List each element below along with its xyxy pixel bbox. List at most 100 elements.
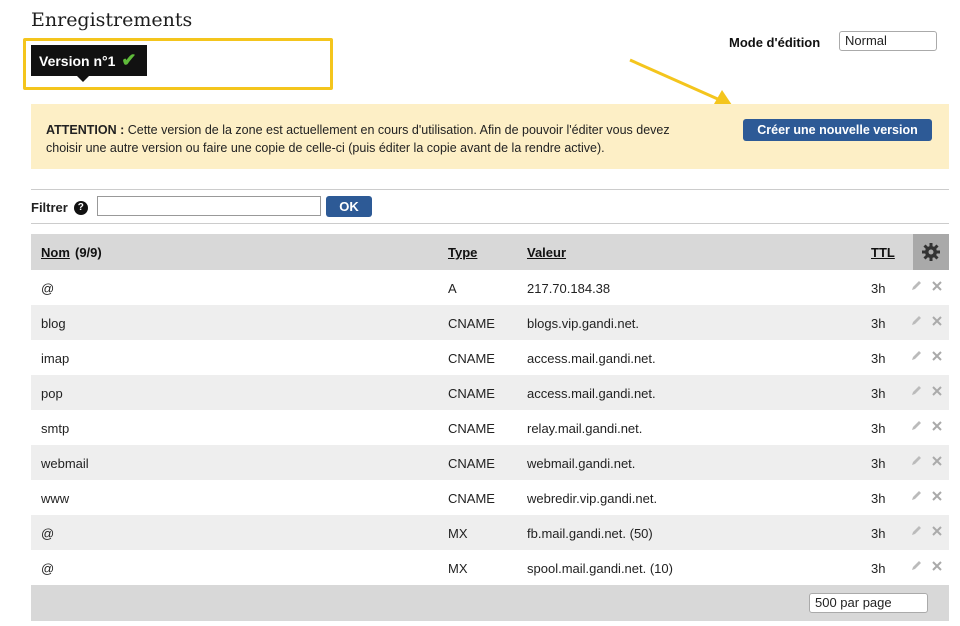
help-icon[interactable]: ? xyxy=(73,200,88,215)
gear-icon xyxy=(922,243,940,261)
row-actions xyxy=(910,454,943,467)
cell-type: CNAME xyxy=(448,491,495,506)
pencil-icon[interactable] xyxy=(910,489,923,502)
row-actions xyxy=(910,419,943,432)
divider xyxy=(31,223,949,224)
table-row: webmail CNAME webmail.gandi.net. 3h xyxy=(31,445,949,480)
close-icon[interactable] xyxy=(931,490,943,502)
cell-name: @ xyxy=(41,281,55,296)
cell-name: @ xyxy=(41,526,55,541)
cell-name: imap xyxy=(41,351,70,366)
cell-ttl: 3h xyxy=(871,386,886,401)
row-actions xyxy=(910,349,943,362)
cell-value: webmail.gandi.net. xyxy=(527,456,636,471)
cell-name: pop xyxy=(41,386,63,401)
cell-name: webmail xyxy=(41,456,89,471)
close-icon[interactable] xyxy=(931,280,943,292)
table-row: @ MX spool.mail.gandi.net. (10) 3h xyxy=(31,550,949,585)
cell-type: MX xyxy=(448,561,468,576)
pencil-icon[interactable] xyxy=(910,454,923,467)
table-row: smtp CNAME relay.mail.gandi.net. 3h xyxy=(31,410,949,445)
table-row: blog CNAME blogs.vip.gandi.net. 3h xyxy=(31,305,949,340)
warning-line2: choisir une autre version ou faire une c… xyxy=(46,141,605,155)
filter-input[interactable] xyxy=(97,196,321,216)
close-icon[interactable] xyxy=(931,350,943,362)
table-row: pop CNAME access.mail.gandi.net. 3h xyxy=(31,375,949,410)
pencil-icon[interactable] xyxy=(910,349,923,362)
table-row: @ A 217.70.184.38 3h xyxy=(31,270,949,305)
cell-value: webredir.vip.gandi.net. xyxy=(527,491,658,506)
cell-value: spool.mail.gandi.net. (10) xyxy=(527,561,673,576)
cell-value: 217.70.184.38 xyxy=(527,281,611,296)
cell-value: access.mail.gandi.net. xyxy=(527,386,656,401)
row-actions xyxy=(910,384,943,397)
per-page-select[interactable]: 500 par page xyxy=(809,593,928,613)
table-row: imap CNAME access.mail.gandi.net. 3h xyxy=(31,340,949,375)
cell-name: @ xyxy=(41,561,55,576)
cell-ttl: 3h xyxy=(871,526,886,541)
version-badge[interactable]: Version n°1 ✔ xyxy=(31,45,147,82)
warning-banner: ATTENTION : Cette version de la zone est… xyxy=(31,104,949,169)
pencil-icon[interactable] xyxy=(910,384,923,397)
close-icon[interactable] xyxy=(931,385,943,397)
pencil-icon[interactable] xyxy=(910,559,923,572)
header-type[interactable]: Type xyxy=(448,245,477,260)
header-name-count: (9/9) xyxy=(75,245,102,260)
cell-type: MX xyxy=(448,526,468,541)
check-icon: ✔ xyxy=(121,50,137,70)
pencil-icon[interactable] xyxy=(910,419,923,432)
settings-button[interactable] xyxy=(913,234,949,270)
row-actions xyxy=(910,279,943,292)
cell-type: CNAME xyxy=(448,456,495,471)
row-actions xyxy=(910,559,943,572)
cell-value: access.mail.gandi.net. xyxy=(527,351,656,366)
page-title: Enregistrements xyxy=(31,9,193,31)
cell-ttl: 3h xyxy=(871,456,886,471)
create-version-button[interactable]: Créer une nouvelle version xyxy=(743,119,932,141)
cell-name: blog xyxy=(41,316,66,331)
cell-ttl: 3h xyxy=(871,561,886,576)
divider xyxy=(31,189,949,190)
header-value[interactable]: Valeur xyxy=(527,245,566,260)
warning-text: ATTENTION : Cette version de la zone est… xyxy=(46,121,726,157)
table-row: @ MX fb.mail.gandi.net. (50) 3h xyxy=(31,515,949,550)
pencil-icon[interactable] xyxy=(910,314,923,327)
table-row: www CNAME webredir.vip.gandi.net. 3h xyxy=(31,480,949,515)
close-icon[interactable] xyxy=(931,560,943,572)
cell-value: relay.mail.gandi.net. xyxy=(527,421,643,436)
header-name[interactable]: Nom xyxy=(41,245,70,260)
close-icon[interactable] xyxy=(931,455,943,467)
warning-line1: Cette version de la zone est actuellemen… xyxy=(127,123,670,137)
pencil-icon[interactable] xyxy=(910,279,923,292)
records-table: Nom (9/9) Type Valeur TTL @ A 217.70.184.3… xyxy=(31,234,949,621)
close-icon[interactable] xyxy=(931,525,943,537)
ok-button[interactable]: OK xyxy=(326,196,372,217)
cell-ttl: 3h xyxy=(871,281,886,296)
table-header: Nom (9/9) Type Valeur TTL xyxy=(31,234,949,270)
row-actions xyxy=(910,314,943,327)
cell-type: CNAME xyxy=(448,351,495,366)
pencil-icon[interactable] xyxy=(910,524,923,537)
table-footer: 500 par page xyxy=(31,585,949,621)
cell-type: CNAME xyxy=(448,316,495,331)
filter-label: Filtrer ? xyxy=(31,200,88,215)
filter-label-text: Filtrer xyxy=(31,200,68,215)
cell-ttl: 3h xyxy=(871,491,886,506)
warning-label: ATTENTION : xyxy=(46,123,125,137)
row-actions xyxy=(910,489,943,502)
header-ttl[interactable]: TTL xyxy=(871,245,895,260)
close-icon[interactable] xyxy=(931,420,943,432)
cell-value: blogs.vip.gandi.net. xyxy=(527,316,640,331)
cell-type: CNAME xyxy=(448,386,495,401)
annotation-arrow-icon xyxy=(629,58,732,105)
cell-name: smtp xyxy=(41,421,70,436)
cell-value: fb.mail.gandi.net. (50) xyxy=(527,526,653,541)
table-body: @ A 217.70.184.38 3h blog CNAME blogs.vip.gand… xyxy=(31,270,949,585)
row-actions xyxy=(910,524,943,537)
cell-ttl: 3h xyxy=(871,351,886,366)
close-icon[interactable] xyxy=(931,315,943,327)
mode-select[interactable]: Normal xyxy=(839,31,937,51)
cell-ttl: 3h xyxy=(871,316,886,331)
cell-name: www xyxy=(41,491,70,506)
cell-type: CNAME xyxy=(448,421,495,436)
